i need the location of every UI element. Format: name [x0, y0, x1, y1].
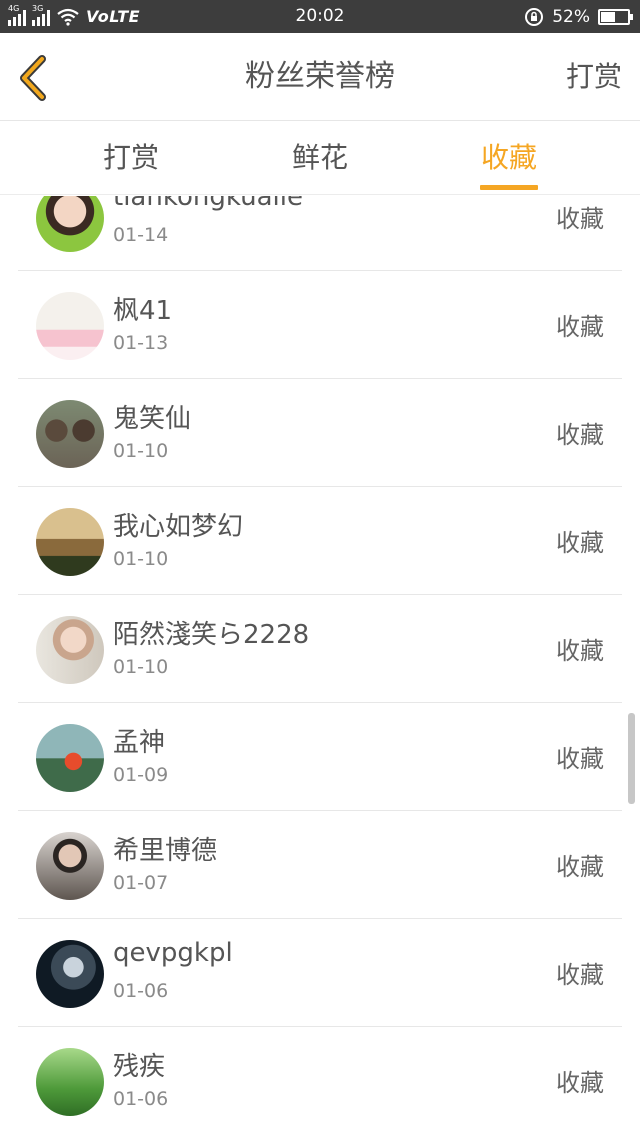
- active-tab-indicator: [480, 185, 538, 190]
- rotation-lock-icon: [525, 7, 544, 26]
- user-name: 我心如梦幻: [113, 512, 244, 542]
- action-label: 收藏: [556, 961, 604, 989]
- list-item[interactable]: 我心如梦幻 01-10 收藏: [0, 487, 640, 595]
- user-date: 01-10: [113, 656, 169, 678]
- user-date: 01-13: [113, 332, 169, 354]
- tab-favorites[interactable]: 收藏: [434, 121, 584, 195]
- list-item[interactable]: tiankongkuaile 01-14 收藏: [0, 196, 640, 271]
- battery-icon: [598, 8, 633, 25]
- user-date: 01-10: [113, 440, 169, 462]
- avatar: [36, 508, 104, 576]
- page-title: 粉丝荣誉榜: [245, 59, 395, 94]
- fan-list[interactable]: tiankongkuaile 01-14 收藏 枫41 01-13 收藏 鬼笑仙…: [0, 196, 640, 1138]
- list-item[interactable]: 残疾 01-06 收藏: [0, 1027, 640, 1135]
- user-date: 01-14: [113, 224, 169, 246]
- scrollbar[interactable]: [628, 713, 635, 804]
- list-item[interactable]: 鬼笑仙 01-10 收藏: [0, 379, 640, 487]
- action-label: 收藏: [556, 313, 604, 341]
- list-item[interactable]: 枫41 01-13 收藏: [0, 271, 640, 379]
- action-label: 收藏: [556, 529, 604, 557]
- status-bar: 4G 3G VoLTE 20:02 52%: [0, 0, 640, 33]
- avatar: [36, 940, 104, 1008]
- user-date: 01-09: [113, 764, 169, 786]
- user-date: 01-10: [113, 548, 169, 570]
- battery-percent: 52%: [552, 6, 590, 27]
- user-name: tiankongkuaile: [113, 196, 303, 212]
- avatar: [36, 832, 104, 900]
- user-name: 孟神: [113, 728, 166, 758]
- user-date: 01-07: [113, 872, 169, 894]
- action-label: 收藏: [556, 1069, 604, 1097]
- avatar: [36, 1048, 104, 1116]
- list-item[interactable]: 陌然淺笑ら2228 01-10 收藏: [0, 595, 640, 703]
- user-name: 陌然淺笑ら2228: [113, 620, 310, 650]
- user-name: qevpgkpl: [113, 938, 233, 968]
- avatar: [36, 292, 104, 360]
- action-label: 收藏: [556, 205, 604, 233]
- avatar: [36, 400, 104, 468]
- avatar: [36, 724, 104, 792]
- nav-bar: 粉丝荣誉榜 打赏: [0, 33, 640, 121]
- user-date: 01-06: [113, 1088, 169, 1110]
- user-name: 枫41: [113, 296, 173, 326]
- action-label: 收藏: [556, 637, 604, 665]
- tab-flowers[interactable]: 鲜花: [245, 121, 395, 195]
- tab-bar: 打赏 鲜花 收藏: [0, 121, 640, 195]
- list-item[interactable]: qevpgkpl 01-06 收藏: [0, 919, 640, 1027]
- user-date: 01-06: [113, 980, 169, 1002]
- user-name: 残疾: [113, 1052, 166, 1082]
- user-name: 鬼笑仙: [113, 404, 192, 434]
- action-label: 收藏: [556, 745, 604, 773]
- list-item[interactable]: 希里博德 01-07 收藏: [0, 811, 640, 919]
- action-label: 收藏: [556, 421, 604, 449]
- tab-reward[interactable]: 打赏: [56, 121, 206, 195]
- user-name: 希里博德: [113, 836, 218, 866]
- list-item[interactable]: 孟神 01-09 收藏: [0, 703, 640, 811]
- status-right: 52%: [524, 0, 633, 33]
- avatar: [36, 616, 104, 684]
- action-label: 收藏: [556, 853, 604, 881]
- avatar: [36, 196, 104, 252]
- reward-button[interactable]: 打赏: [566, 33, 622, 121]
